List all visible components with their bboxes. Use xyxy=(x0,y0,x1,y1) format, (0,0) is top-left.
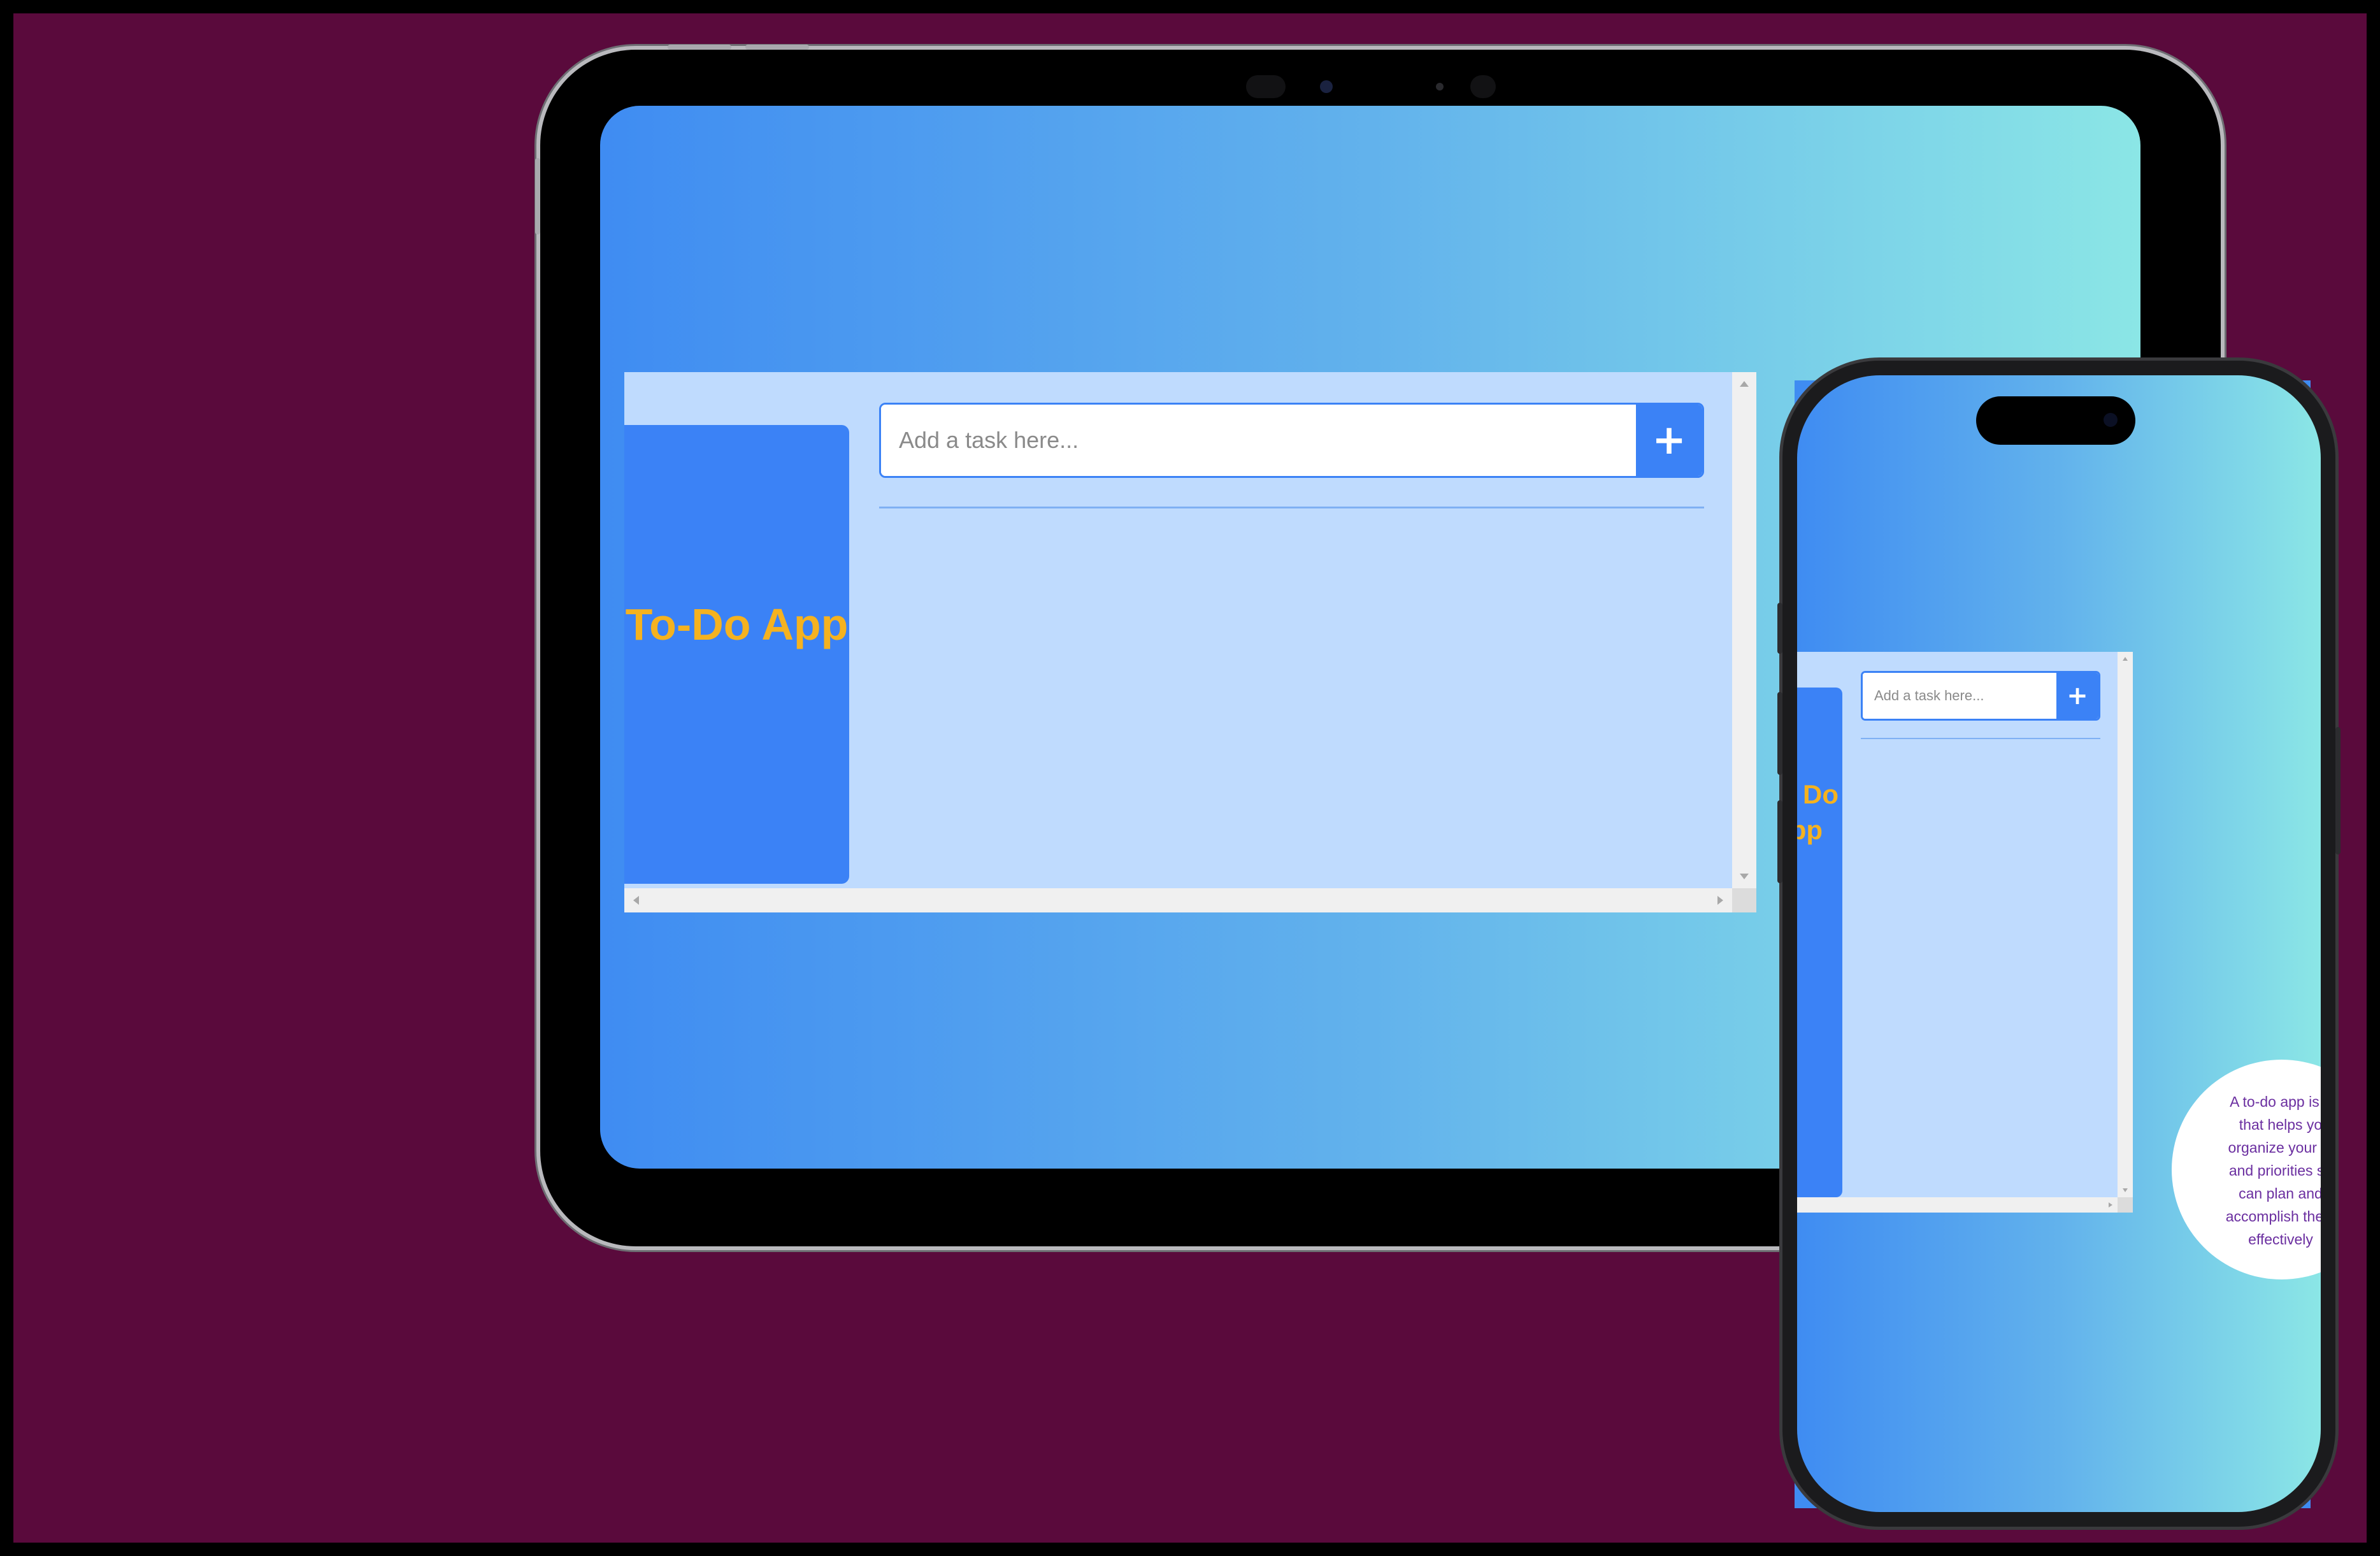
phone-volume-up-button xyxy=(1777,692,1782,775)
phone-app-title: Do pp xyxy=(1797,777,1842,848)
horizontal-scrollbar[interactable] xyxy=(624,888,1732,912)
vertical-scrollbar[interactable] xyxy=(1732,372,1756,888)
tablet-side-button xyxy=(535,158,540,234)
phone-scroll-down-arrow-icon[interactable] xyxy=(2123,1188,2128,1192)
scrollbar-corner xyxy=(1732,888,1756,912)
phone-task-input-group: + xyxy=(1861,671,2100,721)
tablet-sensor-housing xyxy=(1470,75,1496,98)
app-title: To-Do App xyxy=(625,599,849,649)
phone-action-button xyxy=(1777,603,1782,654)
add-task-button[interactable]: + xyxy=(1636,405,1702,476)
phone-sidebar: Do pp xyxy=(1797,688,1842,1197)
tablet-top-button-2 xyxy=(745,45,809,50)
task-input-group: + xyxy=(879,403,1704,478)
phone-app-title-line-1: Do xyxy=(1803,779,1839,809)
info-bubble-text: A to-do app is a that helps yo organize … xyxy=(2225,1093,2321,1248)
info-bubble: A to-do app is a that helps yo organize … xyxy=(2172,1060,2321,1279)
tablet-sidebar: To-Do App xyxy=(624,425,849,884)
phone-scroll-up-arrow-icon[interactable] xyxy=(2123,657,2128,661)
phone-scroll-right-arrow-icon[interactable] xyxy=(2109,1202,2112,1207)
phone-device-frame: Do pp + A to-do a xyxy=(1777,361,2341,1527)
phone-app-window: Do pp + xyxy=(1797,652,2133,1213)
scroll-left-arrow-icon[interactable] xyxy=(633,896,639,905)
phone-screen: Do pp + A to-do a xyxy=(1797,375,2321,1512)
phone-scrollbar-corner xyxy=(2118,1197,2133,1213)
phone-vertical-scrollbar[interactable] xyxy=(2118,652,2133,1197)
phone-task-list-divider xyxy=(1861,738,2100,739)
tablet-top-button-1 xyxy=(668,45,731,50)
tablet-front-camera-icon xyxy=(1320,80,1333,93)
phone-task-input[interactable] xyxy=(1863,673,2054,719)
device-mockup-stage: To-Do App + xyxy=(13,13,2367,1543)
scroll-up-arrow-icon[interactable] xyxy=(1740,381,1749,387)
tablet-app-window: To-Do App + xyxy=(624,372,1756,912)
scroll-right-arrow-icon[interactable] xyxy=(1717,896,1723,905)
tablet-camera-housing xyxy=(1246,75,1286,98)
phone-horizontal-scrollbar[interactable] xyxy=(1797,1197,2118,1213)
phone-app-title-line-2: pp xyxy=(1797,815,1823,845)
task-list-divider xyxy=(879,507,1704,508)
tablet-sensor-dot xyxy=(1436,83,1444,90)
phone-add-task-button[interactable]: + xyxy=(2056,673,2098,719)
dynamic-island xyxy=(1976,396,2135,445)
task-input[interactable] xyxy=(881,405,1639,476)
phone-volume-down-button xyxy=(1777,800,1782,883)
phone-power-button xyxy=(2335,727,2341,854)
phone-front-camera-icon xyxy=(2104,413,2118,427)
scroll-down-arrow-icon[interactable] xyxy=(1740,874,1749,879)
